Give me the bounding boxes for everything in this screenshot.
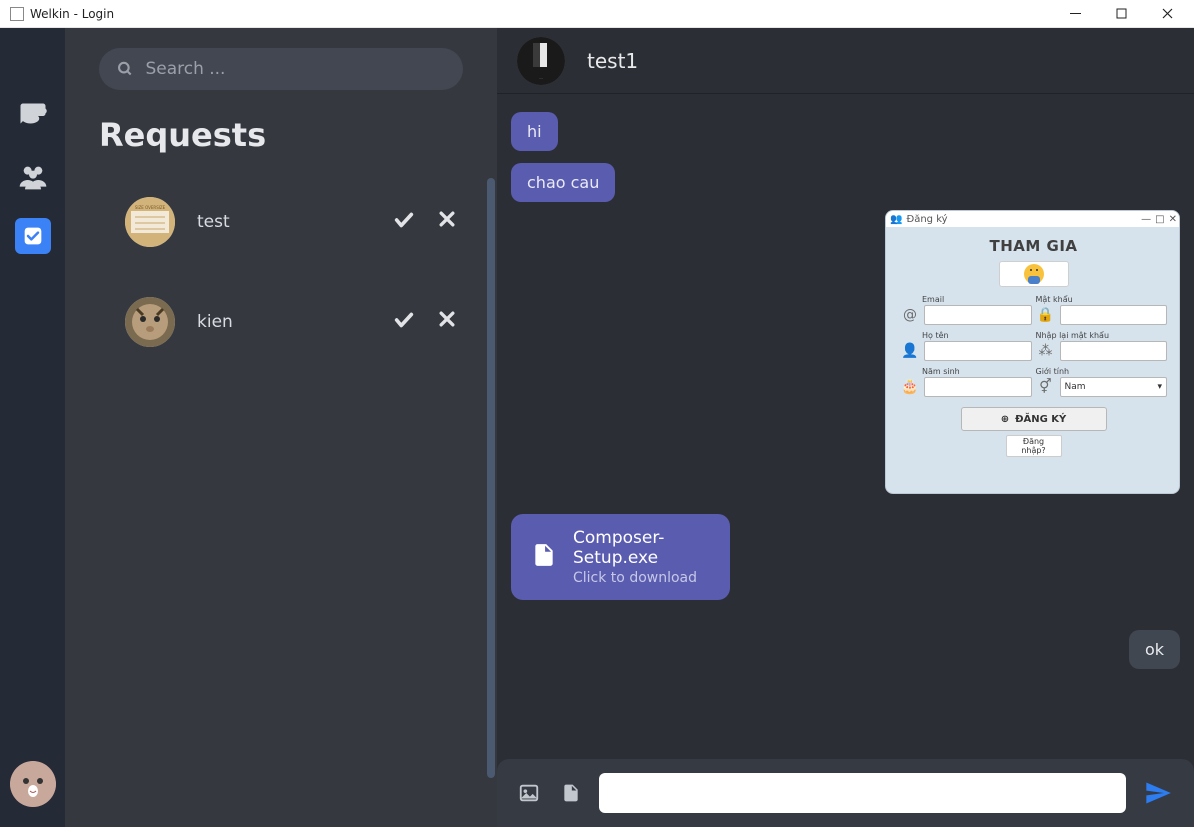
search-icon [117, 60, 133, 78]
app-icon [10, 7, 24, 21]
minimize-button[interactable] [1052, 0, 1098, 28]
nav-requests-icon[interactable] [15, 218, 51, 254]
image-message[interactable]: 👥 Đăng ký — □ ✕ THAM GIA [885, 210, 1180, 494]
file-attachment[interactable]: Composer-Setup.exe Click to download [511, 514, 730, 600]
dialog-min-icon: — [1141, 214, 1151, 225]
window-title: Welkin - Login [30, 7, 114, 21]
accept-icon[interactable] [393, 309, 415, 335]
request-name: test [197, 212, 393, 232]
accept-icon[interactable] [393, 209, 415, 235]
dialog-avatar-picker [999, 261, 1069, 287]
password-field [1060, 305, 1168, 325]
request-name: kien [197, 312, 393, 332]
chat-header: .... test1 [497, 28, 1194, 94]
fullname-field [924, 341, 1032, 361]
dialog-icon: 👥 [890, 214, 902, 225]
avatar [125, 297, 175, 347]
scrollbar[interactable] [487, 178, 495, 778]
close-button[interactable] [1144, 0, 1190, 28]
message-bubble: ok [1129, 630, 1180, 669]
email-field [924, 305, 1032, 325]
nav-chat-icon[interactable] [15, 98, 51, 134]
dialog-close-icon: ✕ [1169, 214, 1177, 225]
confirm-field [1060, 341, 1168, 361]
file-subtitle: Click to download [573, 570, 710, 586]
user-icon: 👤 [900, 341, 920, 361]
avatar: SIZE OVERSIZE [125, 197, 175, 247]
image-attach-icon[interactable] [515, 779, 543, 807]
message-bubble: hi [511, 112, 558, 151]
dialog-titlebar: 👥 Đăng ký — □ ✕ [886, 211, 1180, 227]
register-button: ⊕ĐĂNG KÝ [961, 407, 1107, 431]
confirm-label: Nhập lại mật khẩu [1036, 331, 1168, 340]
dialog-title: Đăng ký [906, 214, 947, 225]
send-button[interactable] [1140, 775, 1176, 811]
gender-label: Giới tính [1036, 367, 1168, 376]
file-icon [531, 542, 557, 572]
dots-icon: ⁂ [1036, 341, 1056, 361]
svg-text:SIZE OVERSIZE: SIZE OVERSIZE [135, 205, 166, 210]
reject-icon[interactable] [437, 309, 457, 335]
composer [497, 759, 1194, 827]
fullname-label: Họ tên [900, 331, 1032, 340]
cake-icon: 🎂 [900, 377, 920, 397]
search-input[interactable] [145, 59, 445, 79]
file-attach-icon[interactable] [557, 779, 585, 807]
password-label: Mật khẩu [1036, 295, 1168, 304]
requests-list: SIZE OVERSIZE test kien [65, 172, 497, 827]
current-user-avatar[interactable] [10, 761, 56, 807]
svg-text:....: .... [539, 76, 543, 80]
maximize-button[interactable] [1098, 0, 1144, 28]
chat-panel: .... test1 hi chao cau 👥 Đăng ký — □ ✕ [497, 28, 1194, 827]
nav-group-icon[interactable] [15, 158, 51, 194]
email-label: Email [900, 295, 1032, 304]
request-item: kien [65, 272, 497, 372]
dialog-heading: THAM GIA [989, 237, 1077, 255]
chevron-down-icon: ▾ [1157, 382, 1162, 392]
message-input[interactable] [599, 773, 1126, 813]
message-bubble: chao cau [511, 163, 615, 202]
chat-avatar: .... [517, 37, 565, 85]
birthyear-label: Năm sinh [900, 367, 1032, 376]
sidebar-title: Requests [99, 116, 497, 154]
nav-rail [0, 28, 65, 827]
reject-icon[interactable] [437, 209, 457, 235]
user-plus-icon: ⊕ [1001, 414, 1009, 425]
gender-select: Nam▾ [1060, 377, 1168, 397]
chat-contact-name: test1 [587, 49, 638, 73]
birthyear-field [924, 377, 1032, 397]
login-link: Đăng nhập? [1006, 435, 1062, 457]
sidebar: Requests SIZE OVERSIZE test kien [65, 28, 497, 827]
messages-area[interactable]: hi chao cau 👥 Đăng ký — □ ✕ [497, 94, 1194, 759]
search-container [99, 48, 463, 90]
titlebar: Welkin - Login [0, 0, 1194, 28]
dialog-max-icon: □ [1155, 214, 1164, 225]
request-item: SIZE OVERSIZE test [65, 172, 497, 272]
file-name: Composer-Setup.exe [573, 528, 710, 568]
at-icon: @ [900, 305, 920, 325]
lock-icon: 🔒 [1036, 305, 1056, 325]
gender-icon: ⚥ [1036, 377, 1056, 397]
